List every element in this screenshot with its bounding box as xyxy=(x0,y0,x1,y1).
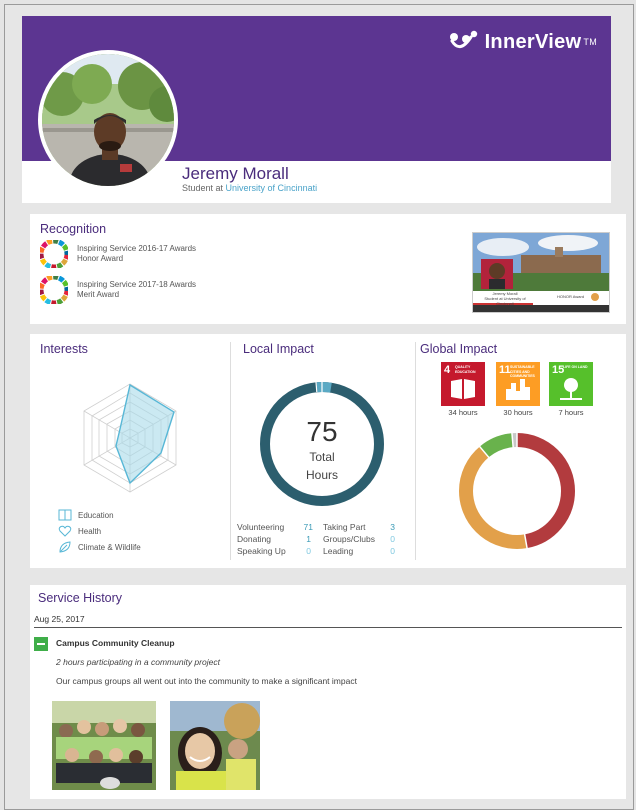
entry-description: Our campus groups all went out into the … xyxy=(56,676,357,686)
legend-label: Health xyxy=(78,526,102,536)
column-divider xyxy=(230,342,231,560)
interests-title: Interests xyxy=(40,342,88,356)
legend-label: Climate & Wildlife xyxy=(78,542,141,552)
profile-role: Student at xyxy=(182,183,226,193)
stat-value: 3 xyxy=(390,522,395,532)
stat-label: Leading xyxy=(323,546,354,556)
school-link[interactable]: University of Cincinnati xyxy=(226,183,318,193)
stat-label: Donating xyxy=(237,534,272,544)
sdg-name: QUALITY EDUCATION xyxy=(455,365,476,374)
stat-row: Speaking Up 0 xyxy=(237,546,313,556)
service-history-title: Service History xyxy=(38,591,123,605)
award-video-thumbnail[interactable]: Jeremy Morall Student at University of C… xyxy=(472,232,610,313)
profile-subtitle: Student at University of Cincinnati xyxy=(182,183,317,193)
award-text: Inspiring Service 2017-18 Awards Merit A… xyxy=(77,280,196,300)
global-impact-donut xyxy=(459,432,575,550)
recognition-card: Recognition Inspiring Service 2016-17 Aw… xyxy=(30,214,626,324)
sdg-number: 11 xyxy=(499,364,511,376)
total-hours-unit: Hours xyxy=(305,468,338,482)
service-date: Aug 25, 2017 xyxy=(34,614,85,624)
legend-label: Education xyxy=(78,510,114,520)
award-text: Inspiring Service 2016-17 Awards Honor A… xyxy=(77,244,196,264)
award-title: Inspiring Service 2017-18 Awards xyxy=(77,280,197,289)
stat-label: Speaking Up xyxy=(237,546,286,556)
interests-radar-chart xyxy=(83,383,177,493)
sdg-wheel-icon xyxy=(40,240,68,268)
book-icon xyxy=(58,509,72,521)
brand-name: InnerView xyxy=(484,30,582,53)
sdg-name: LIFE ON LAND xyxy=(563,365,588,369)
innerview-logo[interactable]: InnerView TM xyxy=(449,30,597,54)
stat-label: Taking Part xyxy=(323,522,366,532)
column-divider xyxy=(415,342,416,560)
legend-item: Education xyxy=(58,508,114,522)
sdg-goal-tile[interactable]: 11 SUSTAINABLE CITIES AND COMMUNITIES xyxy=(496,362,540,406)
sdg-hours: 34 hours xyxy=(448,408,478,417)
sdg-hours: 7 hours xyxy=(558,408,584,417)
stat-value: 1 xyxy=(306,534,311,544)
tree-icon xyxy=(560,378,582,400)
sdg-wheel-icon xyxy=(40,276,68,304)
profile-name: Jeremy Morall xyxy=(182,164,289,183)
local-impact-title: Local Impact xyxy=(243,342,314,356)
impact-card: Interests Education Health Climate & Wil… xyxy=(30,334,626,568)
date-divider xyxy=(34,627,622,628)
brand-tm: TM xyxy=(583,37,597,47)
total-hours-label: Total xyxy=(309,450,335,464)
stat-row: Groups/Clubs 0 xyxy=(323,534,395,544)
recognition-title: Recognition xyxy=(40,222,107,236)
award-level: Honor Award xyxy=(77,254,124,263)
legend-item: Climate & Wildlife xyxy=(58,540,141,554)
legend-item: Health xyxy=(58,524,101,538)
video-caption-sub: Student at University of Cincinnati xyxy=(484,296,526,306)
award-item: Inspiring Service 2017-18 Awards Merit A… xyxy=(40,276,196,304)
sdg-badge-icon xyxy=(34,637,48,651)
sdg-goal-tile[interactable]: 15 LIFE ON LAND xyxy=(549,362,593,406)
heart-icon xyxy=(58,525,72,537)
entry-title[interactable]: Campus Community Cleanup xyxy=(56,638,175,648)
service-photo[interactable] xyxy=(52,701,156,790)
video-badge: HONOR Award xyxy=(557,294,585,299)
open-book-icon xyxy=(451,379,475,399)
stat-row: Leading 0 xyxy=(323,546,395,556)
stat-value: 0 xyxy=(306,546,311,556)
award-title: Inspiring Service 2016-17 Awards xyxy=(77,244,197,253)
sdg-goal-tile[interactable]: 4 QUALITY EDUCATION xyxy=(441,362,485,406)
innerview-logo-icon xyxy=(449,30,477,49)
stat-label: Volunteering xyxy=(237,522,285,532)
sdg-hours: 30 hours xyxy=(503,408,533,417)
avatar xyxy=(38,50,178,190)
service-history-card: Service History Aug 25, 2017 Campus Comm… xyxy=(30,585,626,799)
city-icon xyxy=(506,379,530,400)
award-item: Inspiring Service 2016-17 Awards Honor A… xyxy=(40,240,196,268)
entry-subtitle: 2 hours participating in a community pro… xyxy=(56,657,220,667)
award-level: Merit Award xyxy=(77,290,120,299)
stat-row: Taking Part 3 xyxy=(323,522,395,532)
service-photo[interactable] xyxy=(170,701,260,790)
global-impact-title: Global Impact xyxy=(420,342,498,356)
stat-row: Volunteering 71 xyxy=(237,522,313,532)
stat-row: Donating 1 xyxy=(237,534,313,544)
profile-header: InnerView TM Jeremy Morall Student at Uni… xyxy=(22,16,611,203)
sdg-number: 4 xyxy=(444,364,451,376)
leaf-icon xyxy=(59,541,71,553)
stat-value: 71 xyxy=(303,522,313,532)
stat-value: 0 xyxy=(390,546,395,556)
stat-label: Groups/Clubs xyxy=(323,534,375,544)
total-hours-value: 75 xyxy=(306,416,338,447)
stat-value: 0 xyxy=(390,534,395,544)
